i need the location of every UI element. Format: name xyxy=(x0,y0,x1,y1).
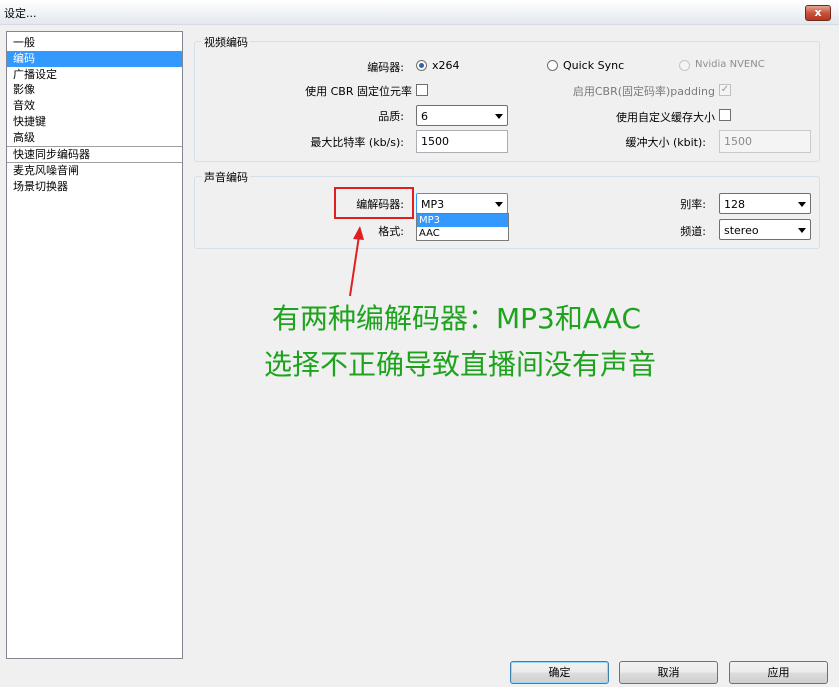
custom-buffer-checkbox[interactable] xyxy=(719,109,731,121)
radio-quicksync-label[interactable]: Quick Sync xyxy=(563,59,624,72)
window-title: 设定... xyxy=(4,7,37,20)
sidebar-item-general[interactable]: 一般 xyxy=(7,35,182,51)
bitrate-value: 128 xyxy=(724,198,745,211)
buffer-size-value: 1500 xyxy=(724,135,752,148)
max-bitrate-label: 最大比特率 (kb/s): xyxy=(310,136,404,149)
chevron-down-icon xyxy=(798,202,806,207)
channel-select[interactable]: stereo xyxy=(719,219,811,240)
sidebar-item-noise-gate[interactable]: 麦克风噪音闸 xyxy=(7,162,182,179)
cancel-button[interactable]: 取消 xyxy=(619,661,718,684)
sidebar-item-advanced[interactable]: 高级 xyxy=(7,130,182,146)
channel-label: 频道: xyxy=(680,225,706,238)
radio-quicksync[interactable] xyxy=(547,60,558,71)
quality-label: 品质: xyxy=(378,110,404,123)
codec-option-aac[interactable]: AAC xyxy=(417,227,508,240)
annotation-arrow xyxy=(349,226,364,297)
video-group-title: 视频编码 xyxy=(202,34,250,50)
audio-group-title: 声音编码 xyxy=(202,169,250,185)
sidebar-item-audio[interactable]: 音效 xyxy=(7,98,182,114)
title-bar: 设定... x xyxy=(0,0,839,25)
close-icon: x xyxy=(814,6,822,19)
channel-value: stereo xyxy=(724,224,759,237)
chevron-down-icon xyxy=(798,228,806,233)
annotation-line-2: 选择不正确导致直播间没有声音 xyxy=(264,348,657,381)
encoder-label: 编码器: xyxy=(367,61,404,74)
cbr-padding-checkbox: ✓ xyxy=(719,84,731,96)
cbr-label: 使用 CBR 固定位元率 xyxy=(305,85,412,98)
buffer-size-input: 1500 xyxy=(719,130,811,153)
chevron-down-icon xyxy=(495,202,503,207)
buffer-size-label: 缓冲大小 (kbit): xyxy=(625,136,706,149)
codec-dropdown-list[interactable]: MP3 AAC xyxy=(416,213,509,241)
max-bitrate-input[interactable]: 1500 xyxy=(416,130,508,153)
ok-button[interactable]: 确定 xyxy=(510,661,609,684)
sidebar-item-scene-switcher[interactable]: 场景切换器 xyxy=(7,179,182,195)
bitrate-label: 别率: xyxy=(680,198,706,211)
radio-nvenc xyxy=(679,60,690,71)
cbr-checkbox[interactable] xyxy=(416,84,428,96)
codec-value: MP3 xyxy=(421,198,445,211)
codec-option-mp3[interactable]: MP3 xyxy=(417,214,508,227)
sidebar-item-broadcast[interactable]: 广播设定 xyxy=(7,67,182,83)
sidebar-item-encoding[interactable]: 编码 xyxy=(7,50,182,67)
codec-select[interactable]: MP3 xyxy=(416,193,508,214)
bitrate-select[interactable]: 128 xyxy=(719,193,811,214)
radio-x264[interactable] xyxy=(416,60,427,71)
max-bitrate-value: 1500 xyxy=(421,135,449,148)
quality-value: 6 xyxy=(421,110,428,123)
sidebar-item-quicksync[interactable]: 快速同步编码器 xyxy=(7,145,182,163)
annotation-line-1: 有两种编解码器：MP3和AAC xyxy=(272,302,642,335)
apply-button[interactable]: 应用 xyxy=(729,661,828,684)
sidebar-item-hotkeys[interactable]: 快捷键 xyxy=(7,114,182,130)
close-button[interactable]: x xyxy=(805,5,831,21)
radio-x264-label[interactable]: x264 xyxy=(432,59,460,72)
chevron-down-icon xyxy=(495,114,503,119)
custom-buffer-label: 使用自定义缓存大小 xyxy=(616,111,715,124)
cbr-padding-label: 启用CBR(固定码率)padding xyxy=(572,85,715,98)
settings-category-list[interactable]: 一般 编码 广播设定 影像 音效 快捷键 高级 快速同步编码器 麦克风噪音闸 场… xyxy=(6,31,183,659)
radio-nvenc-label: Nvidia NVENC xyxy=(695,59,765,70)
quality-select[interactable]: 6 xyxy=(416,105,508,126)
sidebar-item-video[interactable]: 影像 xyxy=(7,82,182,98)
highlight-box xyxy=(334,187,414,219)
